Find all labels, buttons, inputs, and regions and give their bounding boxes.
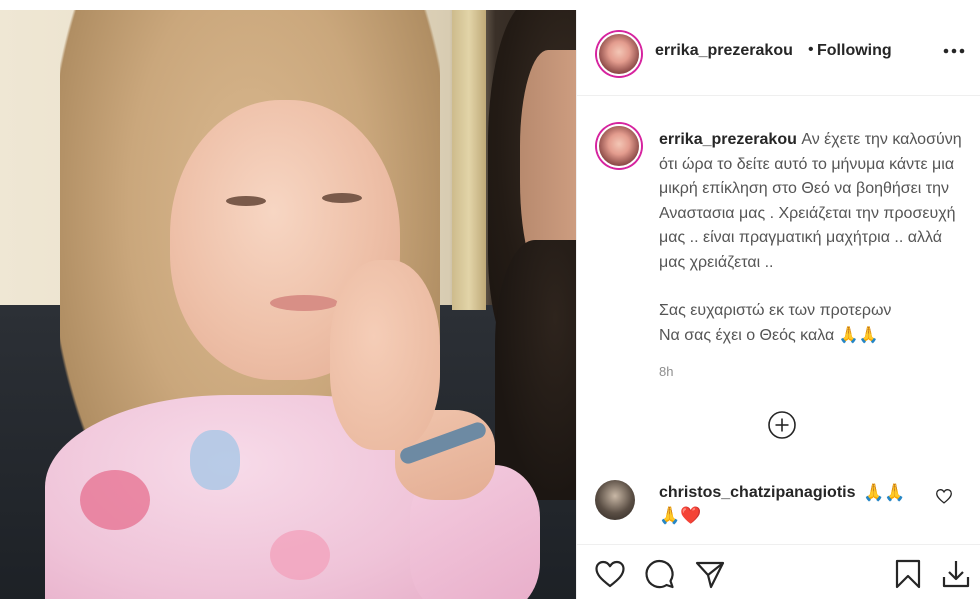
caption-text: Αν έχετε την καλοσύνη ότι ώρα το δείτε α… bbox=[659, 131, 962, 271]
photo-pajama-print bbox=[270, 530, 330, 580]
caption-username[interactable]: errika_prezerakou bbox=[659, 131, 797, 148]
photo-door-frame bbox=[452, 10, 486, 310]
header-separator: • bbox=[808, 41, 814, 58]
instagram-post: errika_prezerakou • Following errika_pre… bbox=[0, 0, 980, 599]
caption-paragraph-3: Να σας έχει ο Θεός καλα 🙏🙏 bbox=[659, 326, 879, 344]
comment-like-heart-icon[interactable] bbox=[935, 488, 953, 504]
caption-paragraph-1: errika_prezerakou Αν έχετε την καλοσύνη … bbox=[659, 128, 971, 275]
download-icon[interactable] bbox=[939, 557, 973, 591]
caption-gap bbox=[659, 275, 971, 299]
photo-pajama-print bbox=[80, 470, 150, 530]
post-side-panel: errika_prezerakou • Following errika_pre… bbox=[576, 10, 980, 599]
caption-author-avatar[interactable] bbox=[597, 124, 641, 168]
heart-icon[interactable] bbox=[593, 557, 627, 591]
post-time[interactable]: 8h bbox=[659, 364, 673, 379]
commenter-username[interactable]: christos_chatzipanagiotis bbox=[659, 484, 856, 502]
post-caption: errika_prezerakou Αν έχετε την καλοσύνη … bbox=[659, 128, 971, 348]
comment-text-line-2: 🙏❤️ bbox=[659, 506, 702, 525]
author-username[interactable]: errika_prezerakou bbox=[655, 42, 793, 60]
more-options-icon[interactable] bbox=[939, 38, 969, 64]
share-icon[interactable] bbox=[693, 557, 727, 591]
commenter-avatar[interactable] bbox=[595, 480, 635, 520]
photo-hand bbox=[330, 260, 440, 450]
post-action-bar bbox=[577, 544, 980, 600]
photo-man-beard bbox=[495, 240, 576, 500]
bookmark-icon[interactable] bbox=[891, 557, 925, 591]
post-header: errika_prezerakou • Following bbox=[577, 10, 980, 96]
comment-text-line-1: 🙏🙏 bbox=[863, 483, 906, 502]
photo-mouth bbox=[270, 295, 338, 311]
photo-pajama-print bbox=[190, 430, 240, 490]
photo-right-eye bbox=[322, 193, 362, 203]
photo-left-eye bbox=[226, 196, 266, 206]
following-button[interactable]: Following bbox=[817, 42, 892, 60]
comment-icon[interactable] bbox=[643, 557, 677, 591]
caption-paragraph-2: Σας ευχαριστώ εκ των προτερων bbox=[659, 302, 892, 319]
load-more-plus-icon[interactable] bbox=[767, 410, 797, 440]
author-avatar[interactable] bbox=[597, 32, 641, 76]
post-photo[interactable] bbox=[0, 10, 576, 599]
